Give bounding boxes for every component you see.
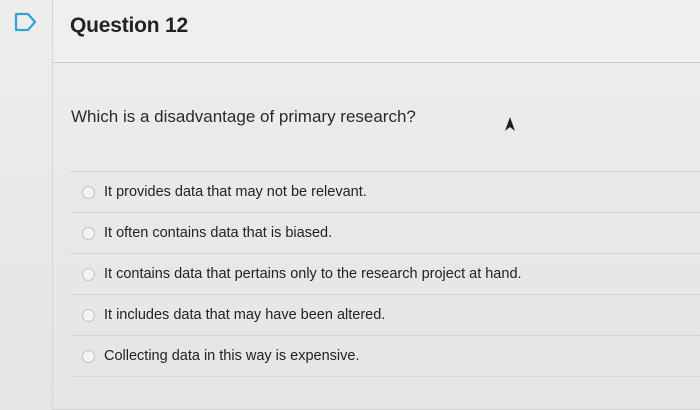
answer-option-1[interactable]: It provides data that may not be relevan… — [70, 171, 700, 212]
answer-label: It provides data that may not be relevan… — [104, 184, 367, 200]
answer-label: Collecting data in this way is expensive… — [104, 348, 360, 364]
radio-button[interactable] — [82, 185, 95, 199]
question-flag-column — [0, 0, 53, 410]
radio-button[interactable] — [82, 308, 95, 322]
mouse-pointer-icon — [505, 117, 515, 131]
radio-button[interactable] — [82, 226, 95, 240]
answer-option-2[interactable]: It often contains data that is biased. — [70, 212, 700, 253]
question-prompt: Which is a disadvantage of primary resea… — [71, 107, 416, 126]
radio-button[interactable] — [82, 349, 95, 363]
answer-list: It provides data that may not be relevan… — [70, 171, 700, 377]
flag-icon[interactable] — [14, 12, 38, 32]
answer-option-4[interactable]: It includes data that may have been alte… — [70, 294, 700, 335]
answer-label: It includes data that may have been alte… — [104, 307, 386, 323]
question-body: Which is a disadvantage of primary resea… — [53, 63, 700, 410]
radio-button[interactable] — [82, 267, 95, 281]
question-title: Question 12 — [70, 14, 188, 37]
answer-label: It contains data that pertains only to t… — [104, 266, 522, 282]
answer-label: It often contains data that is biased. — [104, 225, 333, 241]
question-header: Question 12 — [53, 0, 700, 63]
answer-option-3[interactable]: It contains data that pertains only to t… — [70, 253, 700, 294]
answer-option-5[interactable]: Collecting data in this way is expensive… — [70, 335, 700, 377]
quiz-page: Question 12 Which is a disadvantage of p… — [0, 0, 700, 410]
